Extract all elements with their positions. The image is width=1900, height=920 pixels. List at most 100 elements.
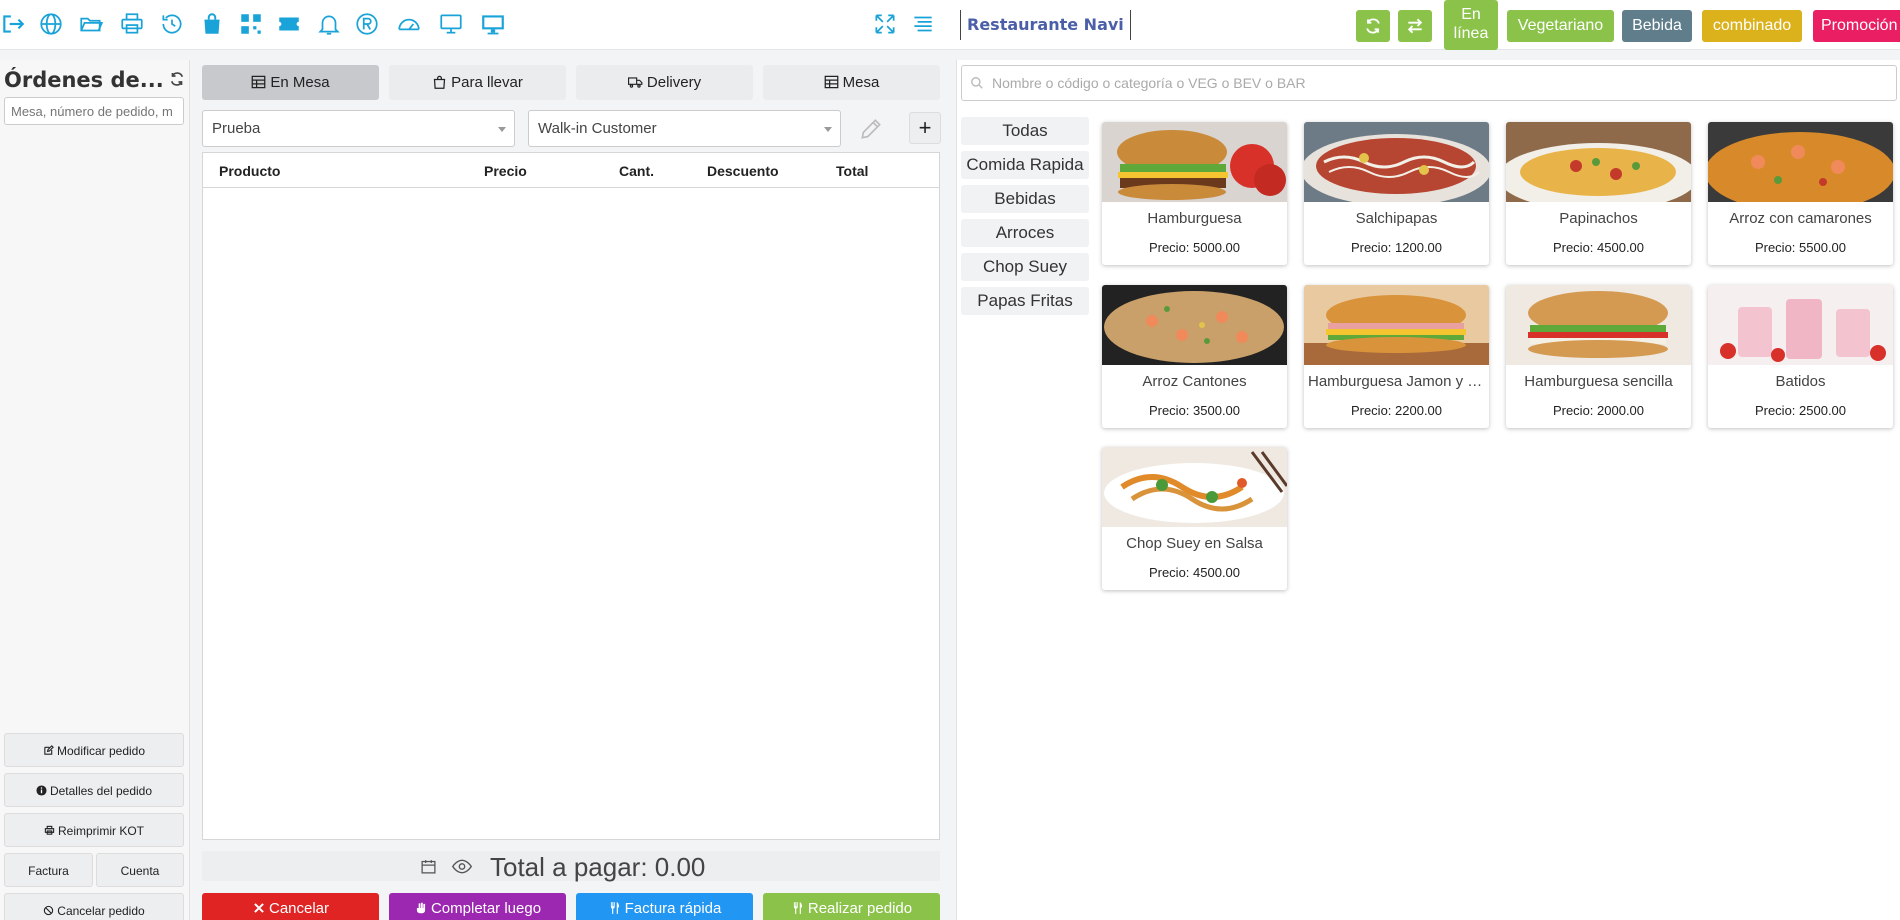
print-icon <box>44 825 55 835</box>
place-order-button[interactable]: Realizar pedido <box>763 893 940 920</box>
cancel-button[interactable]: Cancelar <box>202 893 379 920</box>
desktop-icon[interactable] <box>480 11 506 37</box>
category-fast-food[interactable]: Comida Rapida <box>961 151 1089 179</box>
column-price: Precio <box>484 163 527 179</box>
promotion-filter-button[interactable]: Promoción <box>1813 10 1900 42</box>
tab-table[interactable]: Mesa <box>763 65 940 100</box>
chevron-down-icon <box>498 127 506 132</box>
category-all[interactable]: Todas <box>961 117 1089 145</box>
table-icon <box>252 75 266 89</box>
refresh-button[interactable] <box>1356 10 1390 42</box>
category-drinks[interactable]: Bebidas <box>961 185 1089 213</box>
product-image <box>1708 285 1893 365</box>
combo-filter-button[interactable]: combinado <box>1702 10 1802 42</box>
tab-dine-in-label: En Mesa <box>270 74 330 91</box>
category-fries[interactable]: Papas Fritas <box>961 287 1089 315</box>
product-name: Hamburguesa <box>1147 210 1242 227</box>
product-image <box>1304 122 1489 202</box>
place-order-label: Realizar pedido <box>807 900 913 917</box>
column-total: Total <box>836 163 869 179</box>
order-details-button[interactable]: Detalles del pedido <box>4 773 184 807</box>
product-card[interactable]: Arroz Cantones Precio: 3500.00 <box>1102 285 1287 428</box>
reprint-kot-button[interactable]: Reimprimir KOT <box>4 813 184 847</box>
qrcode-icon[interactable] <box>238 11 264 37</box>
dashboard-icon[interactable] <box>396 11 422 37</box>
refresh-icon[interactable] <box>168 70 186 88</box>
tab-takeaway[interactable]: Para llevar <box>389 65 566 100</box>
menu-icon[interactable] <box>910 11 936 37</box>
customer-select[interactable]: Walk-in Customer <box>528 110 841 147</box>
product-card[interactable]: Chop Suey en Salsa Precio: 4500.00 <box>1102 447 1287 590</box>
globe-icon[interactable] <box>38 11 64 37</box>
product-card[interactable]: Batidos Precio: 2500.00 <box>1708 285 1893 428</box>
drink-filter-button[interactable]: Bebida <box>1622 10 1692 42</box>
waiter-select[interactable]: Prueba <box>202 110 515 147</box>
hand-icon <box>416 902 426 914</box>
cancel-button-label: Cancelar <box>268 900 330 917</box>
cancel-order-button[interactable]: Cancelar pedido <box>4 893 184 920</box>
utensils-icon <box>610 902 619 914</box>
fullscreen-icon[interactable] <box>872 11 898 37</box>
product-price: Precio: 1200.00 <box>1350 240 1443 255</box>
product-price: Precio: 4500.00 <box>1552 240 1645 255</box>
search-icon <box>970 76 984 90</box>
eye-icon[interactable] <box>451 858 473 875</box>
product-name: Salchipapas <box>1355 210 1438 227</box>
ticket-icon[interactable] <box>276 11 302 37</box>
online-button[interactable]: En línea <box>1444 0 1498 50</box>
account-button[interactable]: Cuenta <box>96 853 184 887</box>
product-image <box>1506 285 1691 365</box>
bell-icon[interactable] <box>316 11 342 37</box>
product-price: Precio: 5000.00 <box>1148 240 1241 255</box>
modify-order-label: Modificar pedido <box>56 744 146 758</box>
product-price: Precio: 2200.00 <box>1350 403 1443 418</box>
add-customer-button[interactable]: + <box>909 112 941 144</box>
product-card[interactable]: Hamburguesa Precio: 5000.00 <box>1102 122 1287 265</box>
total-bar: Total a pagar: 0.00 <box>202 851 940 882</box>
product-search-placeholder: Nombre o código o categoría o VEG o BEV … <box>992 75 1306 91</box>
complete-later-button[interactable]: Completar luego <box>389 893 566 920</box>
registered-icon[interactable] <box>354 11 380 37</box>
exchange-button[interactable] <box>1398 10 1432 42</box>
monitor-icon[interactable] <box>438 11 464 37</box>
order-items-table: Producto Precio Cant. Descuento Total <box>202 152 940 840</box>
tab-table-label: Mesa <box>842 74 880 91</box>
product-image <box>1506 122 1691 202</box>
logout-icon[interactable] <box>0 11 26 37</box>
edit-icon <box>44 745 54 755</box>
product-card[interactable]: Hamburguesa Jamon y Queso Precio: 2200.0… <box>1304 285 1489 428</box>
invoice-button[interactable]: Factura <box>4 853 93 887</box>
product-image <box>1304 285 1489 365</box>
orders-search-input[interactable] <box>4 97 184 125</box>
shopping-bag-icon[interactable] <box>199 11 225 37</box>
waiter-select-value: Prueba <box>212 120 261 137</box>
top-bar: Restaurante Navi En línea Vegetariano Be… <box>0 0 1900 50</box>
category-rice[interactable]: Arroces <box>961 219 1089 247</box>
category-chop-suey[interactable]: Chop Suey <box>961 253 1089 281</box>
tab-delivery-label: Delivery <box>646 74 702 91</box>
tab-takeaway-label: Para llevar <box>451 74 523 91</box>
pos-app: Restaurante Navi En línea Vegetariano Be… <box>0 0 1900 920</box>
print-icon[interactable] <box>119 11 145 37</box>
tab-dine-in[interactable]: En Mesa <box>202 65 379 100</box>
product-card[interactable]: Papinachos Precio: 4500.00 <box>1506 122 1691 265</box>
calendar-icon[interactable] <box>420 858 437 875</box>
modify-order-button[interactable]: Modificar pedido <box>4 733 184 767</box>
quick-invoice-button[interactable]: Factura rápida <box>576 893 753 920</box>
folder-open-icon[interactable] <box>78 11 104 37</box>
product-card[interactable]: Salchipapas Precio: 1200.00 <box>1304 122 1489 265</box>
product-name: Chop Suey en Salsa <box>1126 535 1263 552</box>
product-card[interactable]: Arroz con camarones Precio: 5500.00 <box>1708 122 1893 265</box>
tab-delivery[interactable]: Delivery <box>576 65 753 100</box>
product-price: Precio: 3500.00 <box>1148 403 1241 418</box>
history-icon[interactable] <box>159 11 185 37</box>
product-image <box>1102 285 1287 365</box>
pencil-icon[interactable] <box>858 116 884 142</box>
product-image <box>1708 122 1893 202</box>
product-search-input[interactable]: Nombre o código o categoría o VEG o BEV … <box>961 65 1897 101</box>
brand-name: Restaurante Navi <box>960 10 1131 40</box>
exchange-icon <box>1407 18 1423 34</box>
vegetarian-filter-button[interactable]: Vegetariano <box>1507 10 1614 42</box>
product-name: Batidos <box>1775 373 1826 390</box>
product-card[interactable]: Hamburguesa sencilla Precio: 2000.00 <box>1506 285 1691 428</box>
